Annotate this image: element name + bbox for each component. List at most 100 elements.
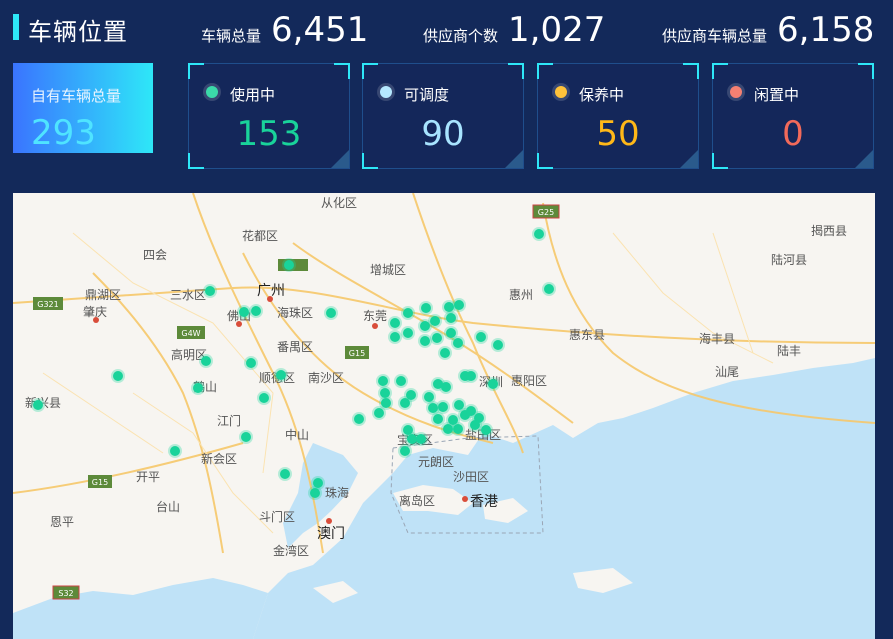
vehicle-marker[interactable] — [438, 402, 448, 412]
vehicle-marker[interactable] — [113, 371, 123, 381]
svg-text:香港: 香港 — [470, 494, 498, 510]
vehicle-marker[interactable] — [251, 306, 261, 316]
vehicle-marker[interactable] — [310, 488, 320, 498]
vehicle-marker[interactable] — [381, 398, 391, 408]
svg-text:江门: 江门 — [217, 413, 241, 428]
vehicle-marker[interactable] — [424, 392, 434, 402]
own-vehicles-card[interactable]: 自有车辆总量 293 — [13, 63, 153, 153]
vehicle-marker[interactable] — [544, 284, 554, 294]
vehicle-marker[interactable] — [390, 318, 400, 328]
svg-text:开平: 开平 — [136, 470, 160, 484]
vehicle-marker[interactable] — [326, 308, 336, 318]
svg-text:揭西县: 揭西县 — [811, 223, 847, 238]
svg-text:G15: G15 — [349, 349, 365, 358]
vehicle-marker[interactable] — [454, 300, 464, 310]
status-label: 可调度 — [404, 86, 450, 104]
svg-text:惠东县: 惠东县 — [569, 328, 605, 342]
vehicle-marker[interactable] — [476, 332, 486, 342]
vehicle-marker[interactable] — [241, 432, 251, 442]
vehicle-marker[interactable] — [441, 382, 451, 392]
status-card-dispatchable[interactable]: 可调度 90 — [362, 63, 524, 169]
svg-text:金湾区: 金湾区 — [273, 543, 309, 558]
vehicle-marker[interactable] — [466, 371, 476, 381]
status-label: 保养中 — [579, 86, 625, 104]
title-accent-bar — [13, 14, 19, 40]
svg-text:东莞: 东莞 — [363, 309, 387, 323]
vehicle-marker[interactable] — [284, 260, 294, 270]
vehicle-marker[interactable] — [433, 414, 443, 424]
vehicle-marker[interactable] — [400, 446, 410, 456]
status-value: 90 — [421, 114, 465, 154]
vehicle-marker[interactable] — [205, 286, 215, 296]
supplier-count-value: 1,027 — [508, 10, 606, 50]
svg-text:花都区: 花都区 — [242, 228, 278, 243]
header: 车辆位置 车辆总量 6,451 供应商个数 1,027 供应商车辆总量 6,15… — [0, 0, 893, 58]
vehicle-marker[interactable] — [239, 307, 249, 317]
vehicle-marker[interactable] — [420, 336, 430, 346]
vehicle-marker[interactable] — [33, 400, 43, 410]
vehicle-marker[interactable] — [470, 420, 480, 430]
vehicle-marker[interactable] — [280, 469, 290, 479]
vehicle-map[interactable]: G25 G321 G4W G15 G15 S32 从化区 揭西县 花都区 四会 … — [13, 193, 875, 639]
vehicle-marker[interactable] — [416, 434, 426, 444]
svg-text:G15: G15 — [92, 478, 108, 487]
svg-text:番禺区: 番禺区 — [277, 340, 313, 354]
vehicle-marker[interactable] — [534, 229, 544, 239]
status-value: 0 — [782, 114, 804, 154]
svg-text:从化区: 从化区 — [321, 196, 357, 210]
supplier-vehicles-stat: 供应商车辆总量 6,158 — [662, 10, 874, 50]
total-vehicles-value: 6,451 — [271, 10, 369, 50]
vehicle-marker[interactable] — [400, 398, 410, 408]
vehicle-marker[interactable] — [259, 393, 269, 403]
svg-text:中山: 中山 — [285, 427, 309, 442]
status-dot-icon — [727, 83, 745, 101]
svg-text:海珠区: 海珠区 — [277, 305, 313, 320]
status-label: 使用中 — [230, 86, 276, 104]
vehicle-marker[interactable] — [378, 376, 388, 386]
vehicle-marker[interactable] — [396, 376, 406, 386]
vehicle-marker[interactable] — [446, 328, 456, 338]
vehicle-marker[interactable] — [421, 303, 431, 313]
svg-text:海丰县: 海丰县 — [699, 331, 735, 346]
vehicle-marker[interactable] — [420, 321, 430, 331]
svg-text:G4W: G4W — [181, 329, 200, 338]
vehicle-marker[interactable] — [374, 408, 384, 418]
svg-text:新会区: 新会区 — [201, 451, 237, 466]
vehicle-marker[interactable] — [390, 332, 400, 342]
vehicle-marker[interactable] — [488, 379, 498, 389]
vehicle-marker[interactable] — [453, 338, 463, 348]
vehicle-marker[interactable] — [403, 328, 413, 338]
total-vehicles-stat: 车辆总量 6,451 — [201, 10, 368, 50]
vehicle-marker[interactable] — [201, 356, 211, 366]
vehicle-marker[interactable] — [493, 340, 503, 350]
vehicle-marker[interactable] — [448, 415, 458, 425]
status-card-maintenance[interactable]: 保养中 50 — [537, 63, 699, 169]
vehicle-marker[interactable] — [432, 333, 442, 343]
svg-text:G321: G321 — [37, 300, 58, 309]
vehicle-marker[interactable] — [403, 308, 413, 318]
vehicle-marker[interactable] — [440, 348, 450, 358]
own-vehicles-label: 自有车辆总量 — [31, 87, 122, 105]
status-dot-icon — [377, 83, 395, 101]
svg-text:惠阳区: 惠阳区 — [511, 374, 547, 388]
svg-text:珠海: 珠海 — [325, 485, 349, 500]
supplier-count-label: 供应商个数 — [423, 27, 499, 45]
status-value: 50 — [596, 114, 640, 154]
map-canvas[interactable]: G25 G321 G4W G15 G15 S32 从化区 揭西县 花都区 四会 … — [13, 193, 875, 639]
svg-text:G25: G25 — [538, 208, 554, 217]
svg-text:惠州: 惠州 — [509, 288, 533, 302]
vehicle-marker[interactable] — [276, 370, 286, 380]
vehicle-marker[interactable] — [354, 414, 364, 424]
vehicle-marker[interactable] — [481, 425, 491, 435]
vehicle-marker[interactable] — [246, 358, 256, 368]
vehicle-marker[interactable] — [193, 383, 203, 393]
vehicle-marker[interactable] — [446, 313, 456, 323]
status-dot-icon — [203, 83, 221, 101]
svg-text:元朗区: 元朗区 — [418, 455, 454, 469]
page-title: 车辆位置 — [28, 18, 128, 46]
own-vehicles-value: 293 — [31, 113, 96, 153]
status-card-in-use[interactable]: 使用中 153 — [188, 63, 350, 169]
vehicle-marker[interactable] — [170, 446, 180, 456]
status-card-idle[interactable]: 闲置中 0 — [712, 63, 874, 169]
svg-text:S32: S32 — [58, 589, 73, 598]
